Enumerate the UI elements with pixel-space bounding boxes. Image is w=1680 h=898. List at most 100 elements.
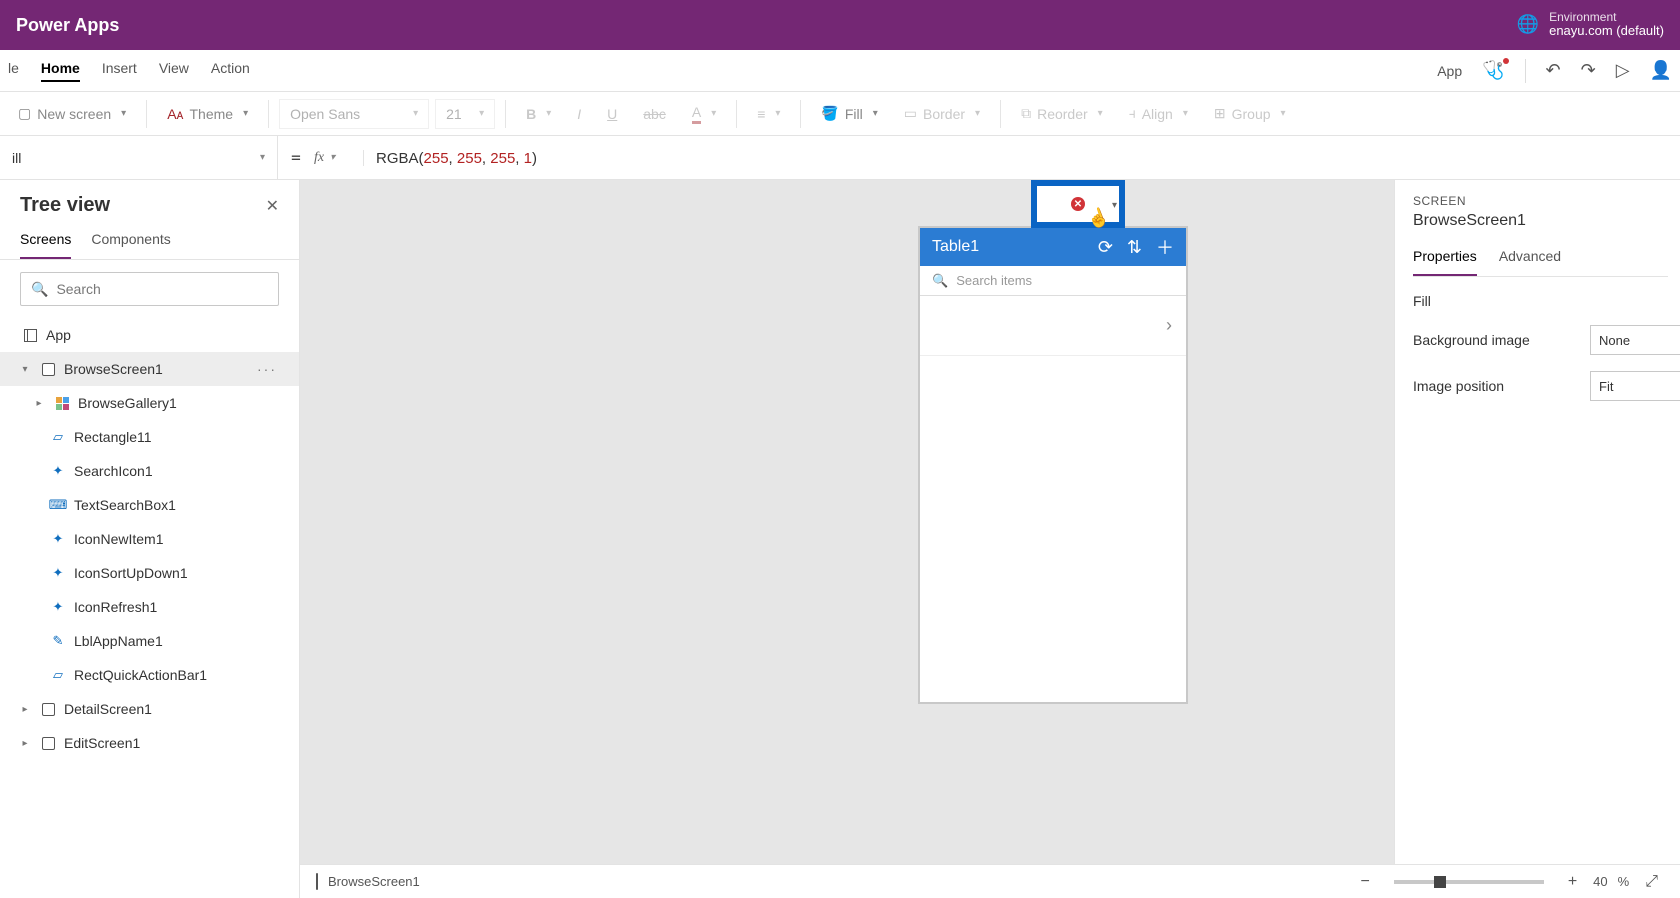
chevron-down-icon: ▾ (479, 108, 484, 119)
menu-bar: le Home Insert View Action App 🩺 ↶ ↷ ▷ 👤 (0, 50, 1680, 92)
tree-node-lblappname1[interactable]: ✎ LblAppName1 (0, 624, 299, 658)
tree-node-iconnewitem1[interactable]: ✦ IconNewItem1 (0, 522, 299, 556)
align-button[interactable]: ⫞ Align▾ (1119, 101, 1198, 126)
formula-input[interactable]: RGBA(255, 255, 255, 1) (364, 149, 1680, 167)
tree-node-editscreen1[interactable]: ▸ EditScreen1 (0, 726, 299, 760)
redo-icon[interactable]: ↷ (1581, 60, 1596, 81)
menu-tab-home[interactable]: Home (41, 60, 80, 82)
italic-button[interactable]: I (567, 102, 591, 126)
tree-node-browsegallery1[interactable]: ▸ BrowseGallery1 (0, 386, 299, 420)
tree-node-textsearchbox1[interactable]: ⌨ TextSearchBox1 (0, 488, 299, 522)
chevron-down-icon[interactable]: ▾ (1112, 200, 1117, 211)
share-icon[interactable]: 👤 (1650, 60, 1672, 81)
new-screen-button[interactable]: ▢ New screen ▾ (8, 101, 136, 126)
environment-label: Environment (1549, 11, 1664, 25)
tree-node-browsescreen1[interactable]: ▾ BrowseScreen1 ··· (0, 352, 299, 386)
zoom-in-button[interactable]: + (1562, 873, 1583, 891)
tree-node-detailscreen1[interactable]: ▸ DetailScreen1 (0, 692, 299, 726)
align-icon: ≡ (757, 106, 765, 122)
font-size-select[interactable]: 21▾ (435, 99, 495, 129)
screen-icon (42, 363, 55, 376)
prop-fill-label: Fill (1413, 293, 1680, 309)
chevron-right-icon[interactable]: ▸ (32, 398, 46, 409)
app-title: Power Apps (16, 15, 119, 36)
add-icon[interactable]: ＋ (1156, 234, 1174, 260)
tree-list: App ▾ BrowseScreen1 ··· ▸ BrowseGallery1… (0, 318, 299, 898)
fill-button[interactable]: 🪣 Fill▾ (811, 101, 887, 126)
prop-name: BrowseScreen1 (1413, 212, 1680, 230)
textinput-icon: ⌨ (50, 497, 66, 513)
fx-button[interactable]: fx▾ (314, 150, 364, 166)
bold-button[interactable]: B▾ (516, 102, 561, 126)
tree-node-rectangle11[interactable]: ▱ Rectangle11 (0, 420, 299, 454)
menu-tab-action[interactable]: Action (211, 60, 250, 82)
app-checker-icon[interactable]: 🩺 (1482, 60, 1504, 81)
tree-node-rectquickactionbar1[interactable]: ▱ RectQuickActionBar1 (0, 658, 299, 692)
underline-button[interactable]: U (597, 102, 627, 126)
icon-control-icon: ✦ (50, 599, 66, 615)
label-icon: ✎ (50, 633, 66, 649)
status-screen-name[interactable]: BrowseScreen1 (328, 874, 420, 889)
tree-search-input[interactable]: 🔍 Search (20, 272, 279, 306)
chevron-down-icon[interactable]: ▾ (18, 364, 32, 375)
app-icon (24, 329, 37, 342)
equals-label: = (278, 148, 314, 167)
reorder-button[interactable]: ⧉ Reorder▾ (1011, 101, 1113, 126)
tree-node-searchicon1[interactable]: ✦ SearchIcon1 (0, 454, 299, 488)
font-select[interactable]: Open Sans▾ (279, 99, 429, 129)
zoom-out-button[interactable]: − (1354, 873, 1375, 891)
prop-tab-advanced[interactable]: Advanced (1499, 242, 1561, 276)
device-preview[interactable]: Table1 ⟳ ⇅ ＋ 🔍 Search items › (920, 228, 1186, 702)
app-button[interactable]: App (1437, 63, 1462, 79)
menu-tab-insert[interactable]: Insert (102, 60, 137, 82)
icon-control-icon: ✦ (50, 565, 66, 581)
group-button[interactable]: ⊞ Group▾ (1204, 101, 1296, 126)
canvas[interactable]: ✕ ▾ ☝ Table1 ⟳ ⇅ ＋ 🔍 Search items › (300, 180, 1394, 898)
fit-screen-button[interactable]: ⤢ (1639, 873, 1664, 891)
chevron-down-icon: ▾ (243, 108, 248, 119)
theme-button[interactable]: Aᴀ Theme ▾ (157, 102, 258, 126)
prop-tab-properties[interactable]: Properties (1413, 242, 1477, 276)
globe-icon: 🌐 (1517, 14, 1539, 35)
theme-icon: Aᴀ (167, 106, 183, 122)
sort-icon[interactable]: ⇅ (1127, 237, 1142, 258)
shape-icon: ▱ (50, 667, 66, 683)
refresh-icon[interactable]: ⟳ (1098, 237, 1113, 258)
formula-bar: ill ▾ = fx▾ RGBA(255, 255, 255, 1) (0, 136, 1680, 180)
workspace: Tree view ✕ Screens Components 🔍 Search … (0, 180, 1680, 898)
environment-picker[interactable]: 🌐 Environment enayu.com (default) (1517, 11, 1664, 40)
preview-search[interactable]: 🔍 Search items (920, 266, 1186, 296)
chevron-right-icon[interactable]: ▸ (18, 704, 32, 715)
gallery-icon (56, 397, 69, 410)
font-color-button[interactable]: A▾ (682, 100, 726, 128)
menu-tab-file[interactable]: le (8, 60, 19, 82)
chevron-right-icon[interactable]: ▸ (18, 738, 32, 749)
menu-tab-view[interactable]: View (159, 60, 189, 82)
home-toolbar: ▢ New screen ▾ Aᴀ Theme ▾ Open Sans▾ 21▾… (0, 92, 1680, 136)
tree-node-iconsortupdown1[interactable]: ✦ IconSortUpDown1 (0, 556, 299, 590)
tree-node-iconrefresh1[interactable]: ✦ IconRefresh1 (0, 590, 299, 624)
tree-tab-screens[interactable]: Screens (20, 223, 71, 259)
undo-icon[interactable]: ↶ (1546, 60, 1561, 81)
tree-tab-components[interactable]: Components (91, 223, 170, 259)
prop-bgimage-value[interactable]: None (1590, 325, 1680, 355)
properties-panel: SCREEN BrowseScreen1 Properties Advanced… (1394, 180, 1680, 898)
preview-icon[interactable]: ▷ (1616, 60, 1630, 81)
preview-item-row[interactable]: › (920, 296, 1186, 356)
more-icon[interactable]: ··· (257, 361, 289, 377)
error-icon[interactable]: ✕ (1071, 197, 1085, 211)
screen-icon (42, 737, 55, 750)
prop-bgimage-label: Background image (1413, 332, 1590, 348)
border-button[interactable]: ▭ Border▾ (894, 101, 990, 126)
chevron-down-icon: ▾ (121, 108, 126, 119)
prop-category: SCREEN (1413, 194, 1680, 208)
text-align-button[interactable]: ≡▾ (747, 102, 790, 126)
strikethrough-button[interactable]: abc (633, 102, 676, 126)
icon-control-icon: ✦ (50, 463, 66, 479)
zoom-slider[interactable] (1394, 880, 1544, 884)
preview-appbar: Table1 ⟳ ⇅ ＋ (920, 228, 1186, 266)
close-icon[interactable]: ✕ (266, 196, 279, 216)
property-selector[interactable]: ill ▾ (0, 136, 278, 179)
tree-node-app[interactable]: App (0, 318, 299, 352)
prop-imagepos-value[interactable]: Fit (1590, 371, 1680, 401)
